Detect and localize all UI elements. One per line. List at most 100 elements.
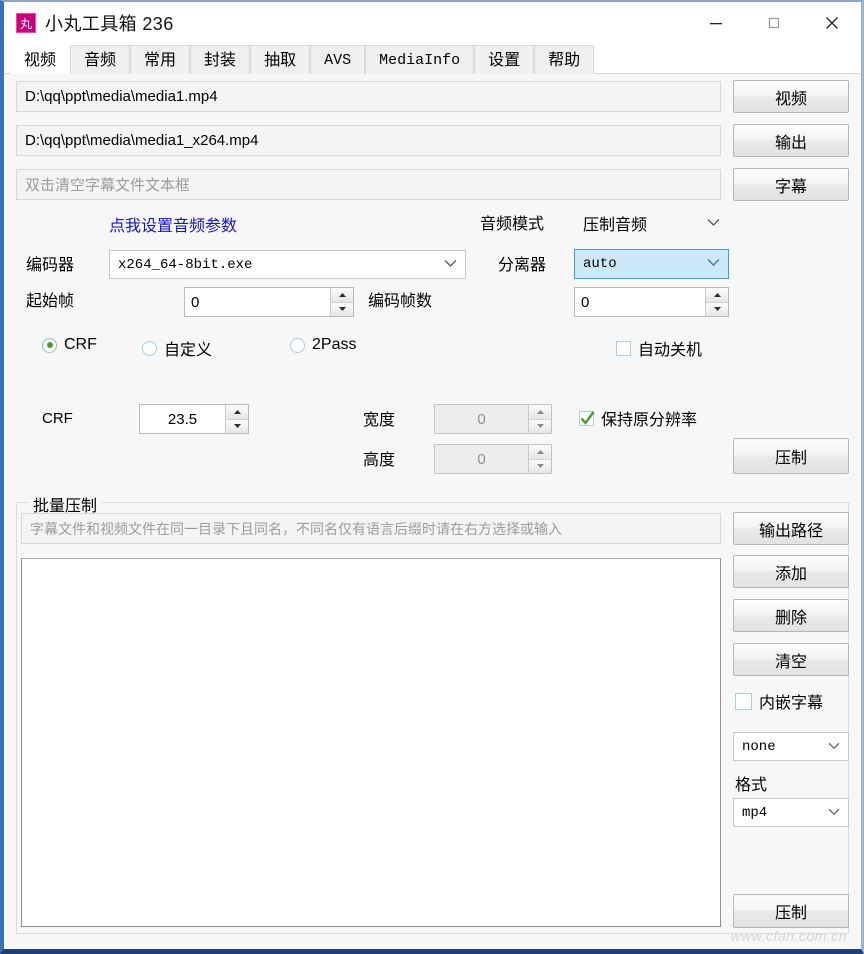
- window-title: 小丸工具箱 236: [45, 10, 174, 36]
- audio-mode-select[interactable]: 压制音频: [574, 210, 729, 236]
- subtitle-language-select[interactable]: none: [733, 732, 849, 761]
- spinner-buttons[interactable]: [330, 288, 353, 316]
- keep-resolution-label: 保持原分辨率: [601, 406, 697, 430]
- tab-common[interactable]: 常用: [130, 45, 190, 74]
- audio-mode-value: 压制音频: [583, 211, 701, 235]
- compress-button[interactable]: 压制: [733, 438, 849, 474]
- height-value: 0: [435, 445, 528, 473]
- start-frame-label: 起始帧: [26, 288, 74, 310]
- spinner-up-icon[interactable]: [226, 405, 248, 419]
- encoder-value: x264_64-8bit.exe: [118, 257, 438, 273]
- frame-count-value: 0: [575, 288, 705, 316]
- radio-icon: [290, 338, 305, 353]
- height-label: 高度: [363, 447, 395, 469]
- output-browse-button[interactable]: 输出: [733, 124, 849, 157]
- minimize-icon: [708, 15, 724, 31]
- spinner-buttons[interactable]: [528, 405, 551, 433]
- spinner-down-icon[interactable]: [226, 419, 248, 434]
- auto-shutdown-checkbox[interactable]: 自动关机: [616, 336, 702, 360]
- encoder-label: 编码器: [26, 252, 74, 274]
- tab-settings[interactable]: 设置: [474, 45, 534, 74]
- title-bar: 丸 小丸工具箱 236: [4, 2, 861, 44]
- tab-extract[interactable]: 抽取: [250, 45, 310, 74]
- minimize-button[interactable]: [687, 2, 745, 44]
- chevron-down-icon: [707, 214, 720, 232]
- encoder-select[interactable]: x264_64-8bit.exe: [109, 250, 466, 279]
- audio-params-link[interactable]: 点我设置音频参数: [109, 212, 237, 236]
- app-icon: 丸: [16, 13, 36, 33]
- batch-compress-button[interactable]: 压制: [733, 894, 849, 928]
- delete-button[interactable]: 删除: [733, 599, 849, 632]
- spinner-down-icon[interactable]: [529, 459, 551, 474]
- keep-resolution-checkbox[interactable]: 保持原分辨率: [579, 406, 697, 430]
- video-path-input[interactable]: D:\qq\ppt\media\media1.mp4: [16, 81, 721, 112]
- chevron-down-icon: [444, 257, 457, 273]
- spinner-buttons[interactable]: [225, 405, 248, 433]
- spinner-buttons[interactable]: [528, 445, 551, 473]
- tab-video[interactable]: 视频: [10, 45, 70, 74]
- spinner-up-icon[interactable]: [331, 288, 353, 302]
- crf-value: 23.5: [140, 405, 225, 433]
- crf-label: CRF: [42, 407, 73, 429]
- spinner-up-icon[interactable]: [529, 405, 551, 419]
- splitter-select[interactable]: auto: [574, 249, 729, 279]
- radio-icon: [42, 338, 57, 353]
- format-label: 格式: [735, 772, 767, 794]
- output-path-input[interactable]: D:\qq\ppt\media\media1_x264.mp4: [16, 125, 721, 156]
- checkbox-icon: [735, 693, 752, 710]
- app-window: 丸 小丸工具箱 236 视频 音频 常用 封装 抽取: [0, 0, 864, 954]
- tab-mediainfo[interactable]: MediaInfo: [365, 45, 474, 74]
- video-browse-button[interactable]: 视频: [733, 80, 849, 113]
- maximize-icon: [766, 15, 782, 31]
- radio-icon: [142, 341, 157, 356]
- audio-mode-label: 音频模式: [480, 211, 544, 233]
- width-spinner[interactable]: 0: [434, 404, 552, 434]
- batch-path-input[interactable]: 字幕文件和视频文件在同一目录下且同名，不同名仅有语言后缀时请在右方选择或输入: [21, 513, 721, 544]
- spinner-down-icon[interactable]: [706, 302, 728, 317]
- tab-help[interactable]: 帮助: [534, 45, 594, 74]
- embed-subtitle-checkbox[interactable]: 内嵌字幕: [735, 689, 823, 713]
- splitter-value: auto: [583, 256, 701, 272]
- video-tab-panel: D:\qq\ppt\media\media1.mp4 视频 D:\qq\ppt\…: [4, 74, 861, 950]
- splitter-label: 分离器: [498, 252, 546, 274]
- close-button[interactable]: [803, 2, 861, 44]
- height-spinner[interactable]: 0: [434, 444, 552, 474]
- check-mark-icon: [579, 410, 596, 427]
- spinner-down-icon[interactable]: [331, 302, 353, 317]
- twopass-radio-label: 2Pass: [312, 336, 356, 354]
- checkbox-icon: [616, 341, 631, 356]
- chevron-down-icon: [707, 256, 720, 272]
- maximize-button[interactable]: [745, 2, 803, 44]
- tab-bar: 视频 音频 常用 封装 抽取 AVS MediaInfo 设置 帮助: [4, 44, 861, 74]
- add-button[interactable]: 添加: [733, 555, 849, 588]
- tab-avs[interactable]: AVS: [310, 45, 365, 74]
- close-icon: [823, 14, 841, 32]
- crf-radio-label: CRF: [64, 336, 97, 354]
- clear-button[interactable]: 清空: [733, 643, 849, 676]
- spinner-buttons[interactable]: [705, 288, 728, 316]
- start-frame-spinner[interactable]: 0: [184, 287, 354, 317]
- crf-spinner[interactable]: 23.5: [139, 404, 249, 434]
- start-frame-value: 0: [185, 288, 330, 316]
- batch-file-list[interactable]: [21, 558, 721, 927]
- custom-radio[interactable]: 自定义: [142, 336, 212, 360]
- checkbox-icon: [579, 411, 594, 426]
- subtitle-browse-button[interactable]: 字幕: [733, 168, 849, 201]
- frame-count-label: 编码帧数: [368, 288, 432, 310]
- spinner-up-icon[interactable]: [529, 445, 551, 459]
- format-value: mp4: [742, 805, 822, 821]
- tab-audio[interactable]: 音频: [70, 45, 130, 74]
- tab-muxing[interactable]: 封装: [190, 45, 250, 74]
- twopass-radio[interactable]: 2Pass: [290, 336, 356, 354]
- window-controls: [687, 2, 861, 44]
- spinner-down-icon[interactable]: [529, 419, 551, 434]
- frame-count-spinner[interactable]: 0: [574, 287, 729, 317]
- subtitle-path-input[interactable]: 双击清空字幕文件文本框: [16, 169, 721, 200]
- watermark: www.cfan.com.cn: [731, 928, 847, 944]
- output-path-button[interactable]: 输出路径: [733, 512, 849, 545]
- chevron-down-icon: [828, 739, 840, 755]
- format-select[interactable]: mp4: [733, 798, 849, 827]
- chevron-down-icon: [828, 805, 840, 821]
- crf-radio[interactable]: CRF: [42, 336, 97, 354]
- spinner-up-icon[interactable]: [706, 288, 728, 302]
